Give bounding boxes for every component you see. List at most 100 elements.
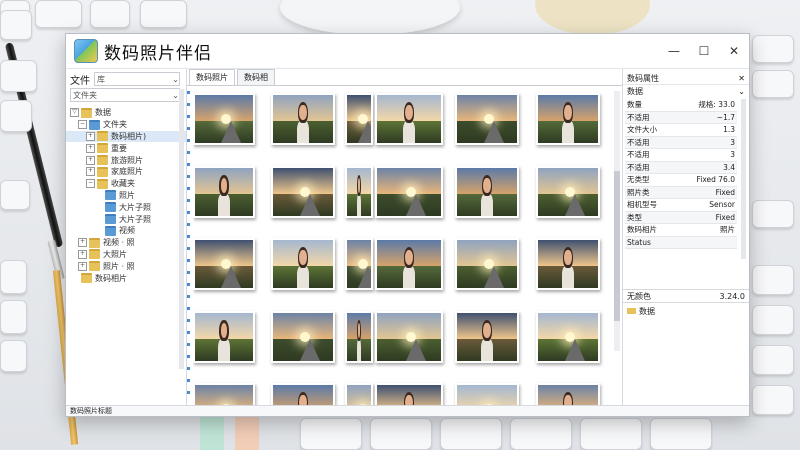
maximize-button[interactable]: ☐ (689, 44, 719, 58)
property-value: Fixed (715, 212, 735, 222)
tree-item[interactable]: 照片 (66, 190, 186, 202)
photo-thumbnail[interactable] (193, 311, 255, 363)
scrollbar-thumb[interactable] (614, 171, 620, 321)
library-select-value: 库 (97, 74, 105, 84)
tree-item[interactable]: 大片子照 (66, 201, 186, 213)
property-value: 3 (730, 150, 735, 160)
photo-person (297, 246, 309, 288)
color-value[interactable]: 3.24.0 (720, 292, 745, 301)
photo-thumbnail[interactable] (536, 238, 600, 290)
photo-thumbnail[interactable] (375, 166, 443, 218)
tree-item[interactable]: + 数码相片) (66, 130, 186, 143)
expander-icon[interactable]: + (86, 167, 95, 177)
tree-item[interactable]: 大片子照 (66, 213, 186, 225)
property-row[interactable]: 相机型号 Sensor (625, 199, 737, 212)
expander-icon[interactable]: + (78, 238, 87, 248)
property-row[interactable]: Status (625, 236, 737, 249)
chevron-down-icon[interactable]: ⌄ (738, 87, 745, 96)
photo-thumbnail[interactable] (455, 166, 519, 218)
close-button[interactable]: ✕ (719, 44, 749, 58)
property-key: 相机型号 (627, 200, 657, 210)
photo-thumbnail[interactable] (455, 93, 519, 145)
expander-icon[interactable]: + (78, 261, 87, 271)
tree-item[interactable]: + 视频 · 照 (66, 237, 186, 249)
expander-icon[interactable]: + (86, 131, 95, 141)
property-row[interactable]: 不适用 3.4 (625, 161, 737, 174)
photo-thumbnail[interactable] (271, 93, 335, 145)
properties-scrollbar[interactable] (741, 99, 746, 259)
tab-item[interactable]: 数码相 (237, 69, 275, 85)
expander-icon[interactable]: − (78, 120, 87, 130)
tree-item[interactable]: + 照片 · 照 (66, 260, 186, 272)
photo-thumbnail[interactable] (271, 238, 335, 290)
photo-thumbnail[interactable] (345, 238, 373, 290)
photo-thumbnail[interactable] (455, 311, 519, 363)
photo-thumbnail[interactable] (536, 166, 600, 218)
library-select[interactable]: 库 ⌄ (94, 72, 180, 86)
photo-app-icon (74, 39, 98, 63)
property-row[interactable]: 照片类 Fixed (625, 186, 737, 199)
tree-item[interactable]: + 大照片 (66, 249, 186, 261)
photo-thumbnail[interactable] (375, 93, 443, 145)
thumbnail-scrollbar[interactable] (614, 91, 620, 351)
property-row[interactable]: 不适用 ~1.7 (625, 111, 737, 124)
photo-thumbnail[interactable] (536, 93, 600, 145)
property-row[interactable]: 数量 规格: 33.0 (625, 99, 737, 112)
expander-icon[interactable]: − (86, 179, 95, 189)
marker-dot (187, 379, 190, 382)
minimize-button[interactable]: — (659, 44, 689, 58)
expander-icon[interactable]: + (86, 155, 95, 165)
folder-icon (105, 202, 116, 213)
photo-thumbnail[interactable] (193, 238, 255, 290)
tree-item[interactable]: + 旅游照片 (66, 154, 186, 166)
photo-thumbnail[interactable] (345, 311, 373, 363)
person-head (405, 104, 413, 120)
tree-item-label: 大片子照 (119, 214, 151, 224)
expander-icon[interactable]: ▽ (70, 108, 79, 118)
photo-thumbnail[interactable] (193, 93, 255, 145)
person-body (218, 192, 230, 216)
tree-item[interactable]: − 文件夹 (66, 119, 186, 131)
property-key: 文件大小 (627, 125, 657, 135)
thumbnail-pane: 数码照片 数码相 (187, 69, 622, 416)
tree-item-label: 重要 (111, 143, 127, 153)
photo-thumbnail[interactable] (271, 311, 335, 363)
tab-item[interactable]: 数码照片 (189, 69, 235, 85)
tree-item-label: 旅游照片 (111, 155, 143, 165)
photo-thumbnail[interactable] (455, 238, 519, 290)
close-icon[interactable]: ✕ (738, 74, 745, 83)
folder-scrollbar[interactable] (179, 89, 184, 369)
folder-select-value: 文件夹 (73, 90, 97, 100)
properties-pane: 数码属性 ✕ 数据 ⌄ 数量 规格: 33.0 不适用 ~1.7 文件大小 1.3 不适用 3… (622, 69, 749, 406)
folder-icon (105, 214, 116, 225)
property-row[interactable]: 文件大小 1.3 (625, 124, 737, 137)
photo-thumbnail[interactable] (345, 93, 373, 145)
property-row[interactable]: 不适用 3 (625, 149, 737, 162)
photo-thumbnail[interactable] (271, 166, 335, 218)
person-head (405, 249, 413, 265)
tree-item[interactable]: 视频 (66, 225, 186, 237)
data-link[interactable]: 数据 (639, 306, 655, 317)
property-row[interactable]: 数码相片 照片 (625, 224, 737, 237)
property-key: 不适用 (627, 150, 650, 160)
photo-thumbnail[interactable] (193, 166, 255, 218)
photo-road (221, 266, 242, 288)
expander-icon[interactable]: + (86, 143, 95, 153)
tree-item[interactable]: 数码相片 (66, 272, 186, 284)
folder-select[interactable]: 文件夹 ⌄ (70, 88, 180, 102)
property-value: 照片 (720, 225, 735, 235)
property-row[interactable]: 不适用 3 (625, 136, 737, 149)
photo-thumbnail[interactable] (375, 311, 443, 363)
photo-thumbnail[interactable] (345, 166, 373, 218)
expander-icon[interactable]: + (78, 249, 87, 259)
tree-item[interactable]: + 重要 (66, 142, 186, 154)
tree-item[interactable]: − 收藏夹 (66, 178, 186, 190)
photo-thumbnail[interactable] (536, 311, 600, 363)
photo-person (402, 246, 416, 288)
property-row[interactable]: 类型 Fixed (625, 211, 737, 224)
person-body (297, 264, 309, 288)
property-row[interactable]: 无类型 Fixed 76.0 (625, 174, 737, 187)
tree-item[interactable]: ▽ 数据 (66, 107, 186, 119)
tree-item[interactable]: + 家庭照片 (66, 166, 186, 178)
photo-thumbnail[interactable] (375, 238, 443, 290)
